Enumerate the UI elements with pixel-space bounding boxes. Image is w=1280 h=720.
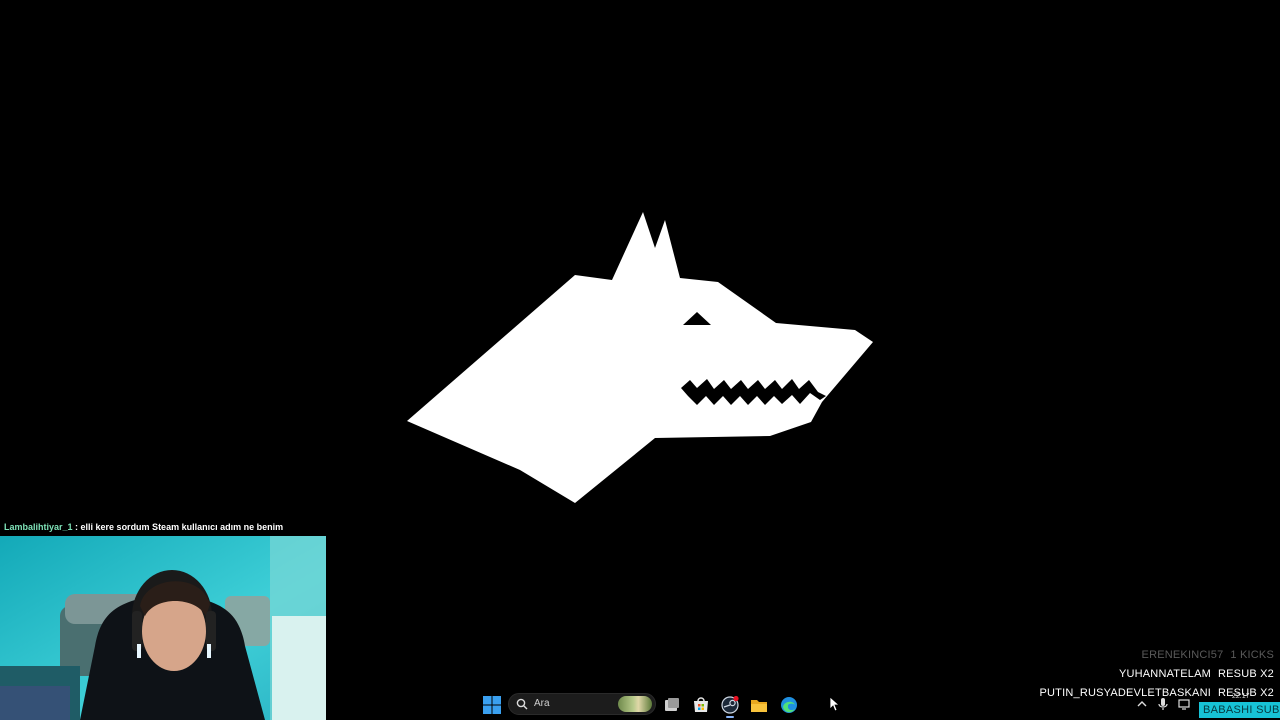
active-app-indicator [726,716,734,718]
mouse-cursor [829,696,839,712]
edge-icon[interactable] [779,695,799,715]
alert-user: YUHANNATELAM [1118,668,1211,680]
desktop-screen: Lambalihtiyar_1 : elli kere sordum Steam… [0,0,1280,720]
alert-row: ERENEKINCI57 1 KICKS [1040,646,1275,665]
chat-message: Lambalihtiyar_1 : elli kere sordum Steam… [4,522,283,532]
microphone-icon[interactable] [1156,697,1170,711]
steam-icon[interactable] [720,695,740,715]
microsoft-store-icon[interactable] [691,695,711,715]
chat-text: elli kere sordum Steam kullanıcı adım ne… [80,522,284,532]
taskbar-search-box[interactable]: Ara [508,693,656,715]
search-highlight-image [618,696,652,712]
alert-action: 1 KICKS [1230,649,1274,661]
sub-badge: BABASHI SUB [1199,702,1280,718]
search-icon [516,698,528,710]
chevron-up-icon[interactable] [1135,697,1149,711]
search-placeholder: Ara [534,698,550,709]
alert-user: ERENEKINCI57 [1141,649,1224,661]
taskbar-clock[interactable]: 22:17 [1232,693,1250,700]
wolf-head-shape [407,212,873,503]
alert-action: RESUB X2 [1217,668,1274,680]
file-explorer-icon[interactable] [749,695,769,715]
display-icon[interactable] [1177,697,1191,711]
chat-separator: : [72,522,81,532]
wolf-head-logo [407,212,873,503]
task-view-icon[interactable] [662,695,682,715]
chat-username: Lambalihtiyar_1 [4,522,73,532]
start-icon[interactable] [482,695,502,715]
alert-row: YUHANNATELAM RESUB X2 [1040,665,1275,684]
